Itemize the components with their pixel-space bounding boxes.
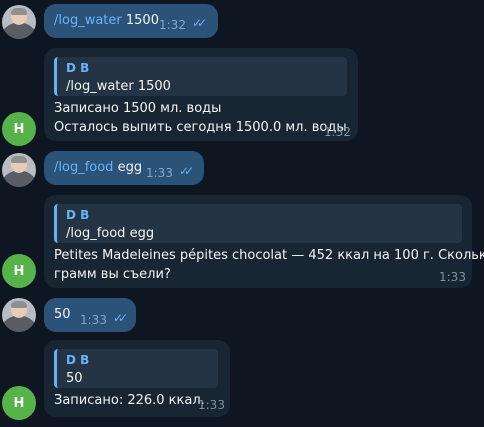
reply-author: D B [66, 353, 90, 367]
reply-author: D B [66, 208, 90, 222]
message-line: грамм вы съели? [54, 267, 171, 282]
command-link[interactable]: /log_water [54, 13, 122, 28]
message-time: 1:32 [159, 18, 186, 32]
message-bubble[interactable]: D B 50 Записано: 226.0 ккал. 1:33 [44, 340, 230, 417]
message-time: 1:33 [80, 313, 107, 327]
command-link[interactable]: /log_food [54, 160, 113, 175]
user-avatar[interactable] [2, 153, 36, 187]
message-line: Записано: 226.0 ккал. [54, 393, 205, 408]
user-avatar[interactable] [2, 298, 36, 332]
message-text: /log_water 1500 [54, 13, 159, 28]
avatar-hair [11, 8, 27, 15]
message-line: Petites Madeleines pépites chocolat — 45… [54, 248, 484, 263]
message-bubble[interactable]: D B /log_water 1500 Записано 1500 мл. во… [44, 48, 358, 141]
message-text: Petites Madeleines pépites chocolat — 45… [54, 246, 484, 284]
double-check-icon: ✓✓ [192, 16, 207, 30]
message-time: 1:32 [324, 125, 351, 139]
message-bubble[interactable]: 50 1:33 ✓✓ [44, 298, 136, 332]
command-argument: 1500 [121, 13, 159, 28]
message-time: 1:33 [439, 270, 466, 284]
message-line: Записано 1500 мл. воды [54, 101, 222, 116]
reply-author: D B [66, 61, 90, 75]
double-check-icon: ✓✓ [179, 164, 194, 178]
message-text: 50 [54, 307, 71, 322]
message-bubble[interactable]: /log_water 1500 1:32 ✓✓ [44, 4, 218, 38]
reply-text: /log_water 1500 [66, 79, 171, 94]
message-bubble[interactable]: /log_food egg 1:33 ✓✓ [44, 151, 204, 185]
command-argument: egg [113, 160, 143, 175]
reply-quote[interactable]: D B 50 [54, 349, 218, 388]
reply-text: 50 [66, 371, 83, 386]
reply-text: /log_food egg [66, 226, 155, 241]
reply-quote[interactable]: D B /log_water 1500 [54, 57, 347, 96]
double-check-icon: ✓✓ [113, 311, 128, 325]
bot-avatar[interactable]: H [2, 386, 36, 420]
message-text: Записано 1500 мл. воды Осталось выпить с… [54, 99, 347, 137]
user-avatar[interactable] [2, 5, 36, 39]
message-time: 1:33 [198, 398, 225, 412]
message-text: Записано: 226.0 ккал. [54, 391, 205, 410]
bot-avatar[interactable]: H [2, 112, 36, 146]
message-time: 1:33 [146, 166, 173, 180]
message-line: Осталось выпить сегодня 1500.0 мл. воды [54, 120, 347, 135]
avatar-hair [11, 156, 27, 163]
reply-quote[interactable]: D B /log_food egg [54, 204, 462, 243]
avatar-hair [11, 301, 27, 308]
bot-avatar[interactable]: H [2, 254, 36, 288]
message-bubble[interactable]: D B /log_food egg Petites Madeleines pép… [44, 195, 484, 288]
message-text: /log_food egg [54, 160, 142, 175]
